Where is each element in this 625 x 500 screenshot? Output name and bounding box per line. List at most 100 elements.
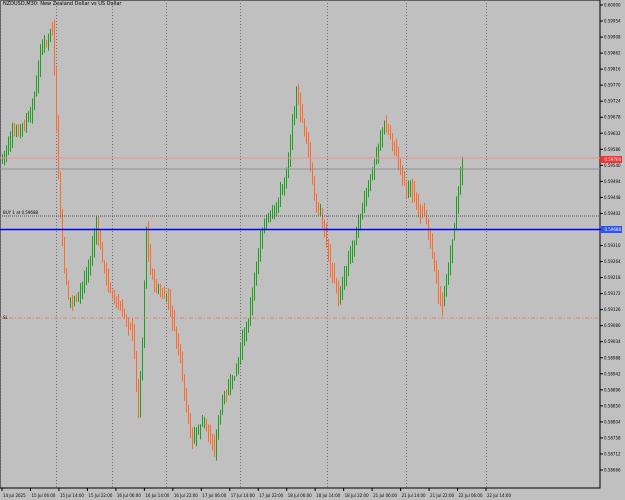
time-tick-label: 16 Jul 22:00 [174,493,198,498]
candle-body [276,205,277,209]
position-price-badge: 0.59688 [601,226,622,233]
candle-body [86,276,87,280]
candle-body [116,298,117,301]
price-tick-label: 0.59080 [604,323,621,328]
time-tick-label: 18 Jul 06:00 [288,493,312,498]
candle-body [92,245,93,260]
candle-body [88,267,89,274]
chart-window[interactable]: 0.60000 0.59954 0.59908 0.59862 0.59816 0.597… [0,0,625,500]
candle-body [34,97,35,105]
time-tick-label: 21 Jul 14:00 [402,493,426,498]
candle-body [358,220,359,234]
candle-body [408,184,409,190]
time-tick-label: 18 Jul 22:00 [345,493,369,498]
candle-body [42,43,43,51]
price-tick-label: 0.59586 [604,147,621,152]
candle-body [336,282,337,291]
candle-body [74,299,75,302]
candle-body [460,175,461,189]
candle-body [80,289,81,295]
candle-body [436,263,437,282]
candle-body [282,186,283,192]
time-tick-label: 21 Jul 06:00 [373,493,397,498]
candle-body [304,121,305,128]
candle-body [84,279,85,286]
candle-body [216,434,217,453]
time-tick-label: 14 Jul 2025 [3,493,26,498]
price-tick-label: 0.59862 [604,51,621,56]
candle-body [78,293,79,296]
candle-body [376,156,377,162]
candle-body [326,231,327,240]
price-tick-label: 0.59770 [604,83,621,88]
candle-body [420,208,421,215]
candle-body [318,205,319,213]
candle-body [44,42,45,45]
candle-body [454,225,455,238]
price-chart[interactable]: 0.60000 0.59954 0.59908 0.59862 0.59816 0.597… [0,0,625,500]
candle-body [10,137,11,147]
candle-body [290,142,291,160]
candle-body [268,216,269,220]
candle-body [430,231,431,243]
price-tick-label: 0.59540 [604,163,621,168]
time-tick-label: 17 Jul 06:00 [202,493,226,498]
candle-body [382,130,383,139]
candle-body [72,299,73,302]
time-tick-label: 17 Jul 14:00 [231,493,255,498]
candle-body [132,324,133,332]
candle-body [40,52,41,71]
candle-body [58,118,59,178]
candle-body [18,129,19,133]
price-tick-label: 0.58666 [604,468,621,473]
price-tick-label: 0.59126 [604,307,621,312]
candle-body [254,277,255,297]
price-tick-label: 0.59402 [604,211,621,216]
candle-body [322,214,323,222]
time-tick-label: 17 Jul 22:00 [259,493,283,498]
candle-body [450,252,451,268]
price-tick-label: 0.59494 [604,179,621,184]
candle-body [362,209,363,214]
candle-body [434,254,435,263]
candle-body [114,294,115,299]
candle-body [226,393,227,395]
candle-body [194,435,195,440]
candle-body [120,306,121,309]
candle-body [140,375,141,413]
candle-body [54,27,55,68]
candle-body [182,357,183,376]
candle-body [230,382,231,387]
candle-body [346,268,347,278]
candle-body [206,421,207,426]
candle-body [142,340,143,376]
candle-body [332,266,333,276]
candle-body [234,377,235,379]
candle-body [452,241,453,258]
candle-body [380,139,381,147]
candle-body [162,293,163,296]
candle-body [432,242,433,253]
candle-body [360,216,361,227]
candle-body [168,297,169,302]
candle-body [202,423,203,425]
candle-body [400,161,401,166]
candle-body [64,240,65,270]
candle-body [438,278,439,297]
candle-body [196,432,197,438]
candle-body [404,174,405,181]
candle-body [76,296,77,300]
candle-body [300,101,301,114]
candle-body [324,222,325,235]
candle-body [144,286,145,342]
candle-body [164,292,165,297]
time-tick-label: 22 Jul 06:00 [459,493,483,498]
candle-body [200,427,201,432]
candle-body [340,293,341,302]
candle-body [198,429,199,431]
candle-body [82,284,83,291]
candle-body [232,377,233,386]
candle-body [458,188,459,207]
candle-body [108,275,109,288]
candle-body [210,432,211,442]
